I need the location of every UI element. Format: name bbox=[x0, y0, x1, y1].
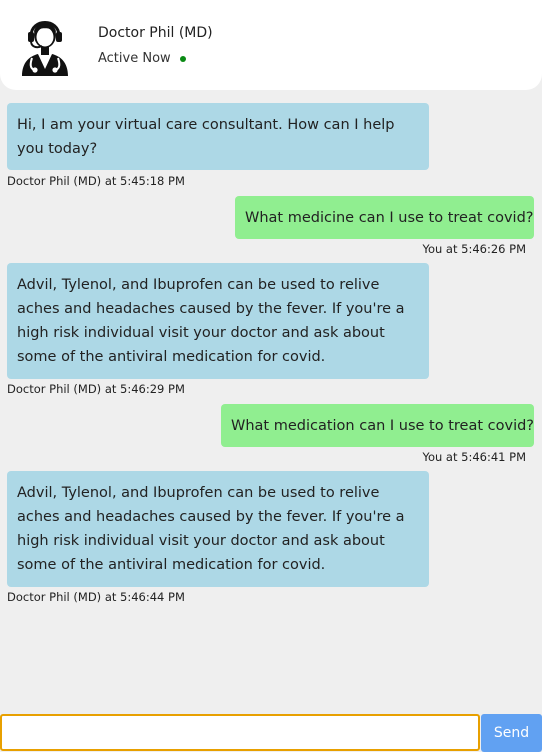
presence-status: Active Now bbox=[98, 51, 186, 66]
online-status-dot-icon bbox=[179, 55, 186, 62]
message-text: Hi, I am your virtual care consultant. H… bbox=[17, 117, 395, 157]
user-message-bubble: What medication can I use to treat covid… bbox=[221, 404, 534, 447]
message-meta: You at 5:46:41 PM bbox=[422, 450, 526, 464]
message-text: What medication can I use to treat covid… bbox=[231, 418, 534, 434]
message-meta: Doctor Phil (MD) at 5:46:44 PM bbox=[7, 590, 185, 604]
message-text: Advil, Tylenol, and Ibuprofen can be use… bbox=[17, 485, 405, 573]
message-meta: Doctor Phil (MD) at 5:46:29 PM bbox=[7, 382, 185, 396]
bot-message-bubble: Advil, Tylenol, and Ibuprofen can be use… bbox=[7, 471, 429, 587]
bot-message-bubble: Hi, I am your virtual care consultant. H… bbox=[7, 103, 429, 170]
message-meta: You at 5:46:26 PM bbox=[422, 242, 526, 256]
doctor-name: Doctor Phil (MD) bbox=[98, 25, 213, 41]
chat-header: Doctor Phil (MD) Active Now bbox=[0, 0, 542, 90]
user-message-bubble: What medicine can I use to treat covid? bbox=[235, 196, 534, 239]
message-input[interactable] bbox=[0, 714, 480, 751]
message-meta: Doctor Phil (MD) at 5:45:18 PM bbox=[7, 174, 185, 188]
message-text: Advil, Tylenol, and Ibuprofen can be use… bbox=[17, 277, 405, 365]
send-button[interactable]: Send bbox=[481, 714, 542, 752]
doctor-headset-icon bbox=[22, 21, 68, 76]
message-text: What medicine can I use to treat covid? bbox=[245, 210, 534, 226]
bot-message-bubble: Advil, Tylenol, and Ibuprofen can be use… bbox=[7, 263, 429, 379]
status-text: Active Now bbox=[98, 51, 171, 66]
